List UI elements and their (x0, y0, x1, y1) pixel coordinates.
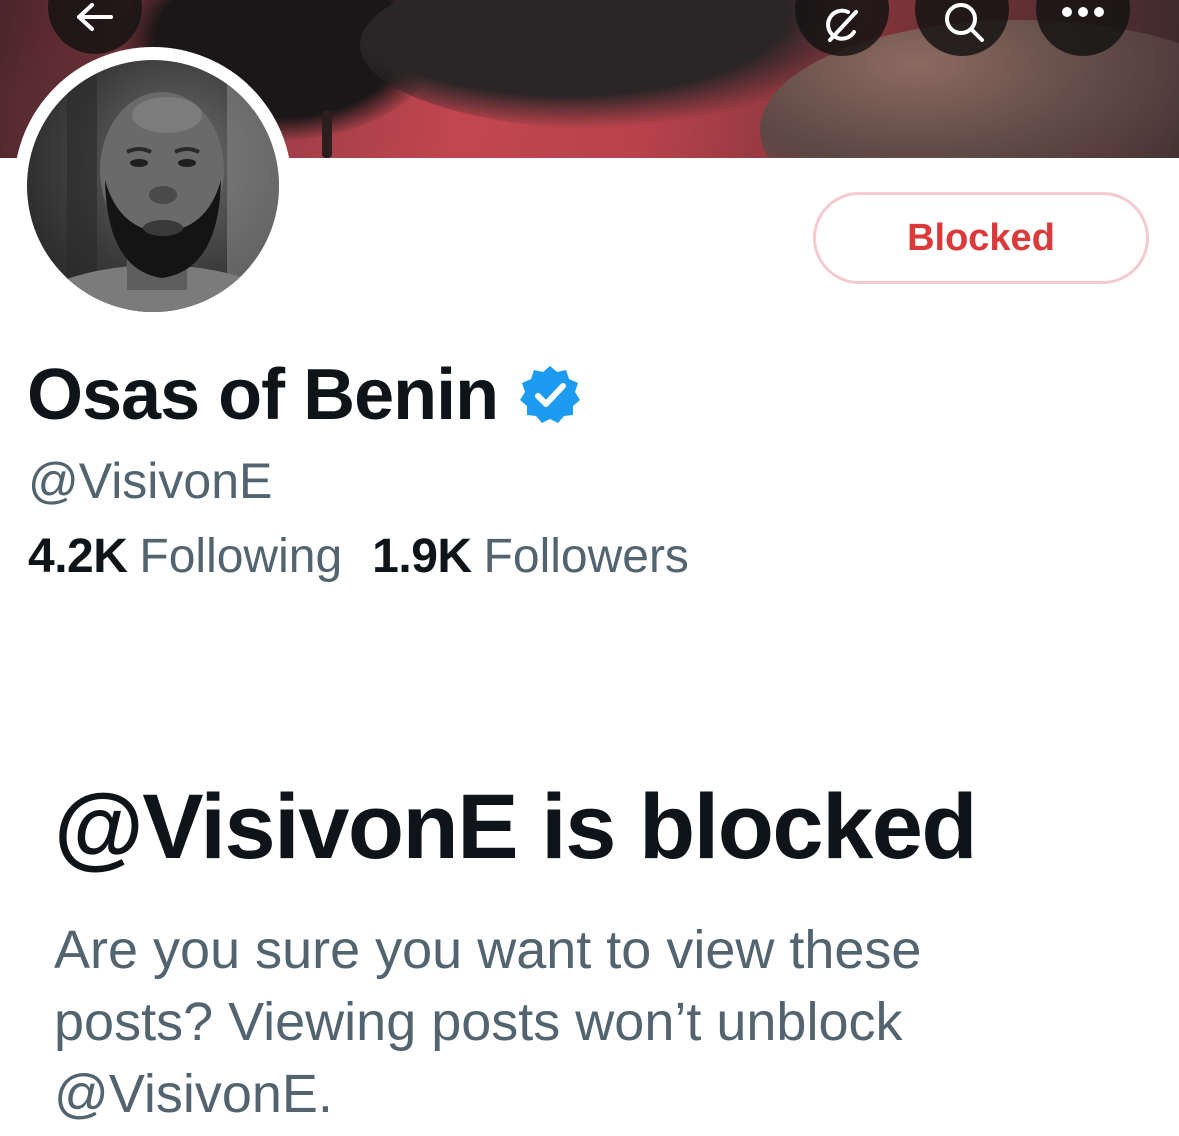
grok-icon (822, 6, 862, 46)
profile-name-row: Osas of Benin (27, 352, 582, 438)
following-count: 4.2K (28, 530, 128, 583)
avatar-image (27, 60, 279, 312)
search-icon (942, 2, 986, 46)
verified-badge-icon[interactable] (518, 363, 582, 427)
blocked-notice-description: Are you sure you want to view these post… (54, 920, 922, 1124)
avatar[interactable] (14, 47, 292, 325)
profile-handle: @VisivonE (28, 453, 273, 509)
more-horizontal-icon (1061, 6, 1105, 18)
following-link[interactable]: 4.2K Following (28, 524, 342, 590)
blocked-notice-title: @VisivonE is blocked (54, 776, 978, 878)
banner-image-detail (322, 110, 332, 158)
profile-stats: 4.2K Following 1.9K Followers (28, 524, 689, 590)
followers-link[interactable]: 1.9K Followers (372, 524, 689, 590)
followers-label: Followers (483, 530, 689, 583)
display-name: Osas of Benin (27, 355, 499, 435)
arrow-left-icon (74, 2, 114, 32)
followers-count: 1.9K (372, 530, 472, 583)
blocked-button[interactable]: Blocked (813, 192, 1149, 284)
following-label: Following (139, 530, 343, 583)
